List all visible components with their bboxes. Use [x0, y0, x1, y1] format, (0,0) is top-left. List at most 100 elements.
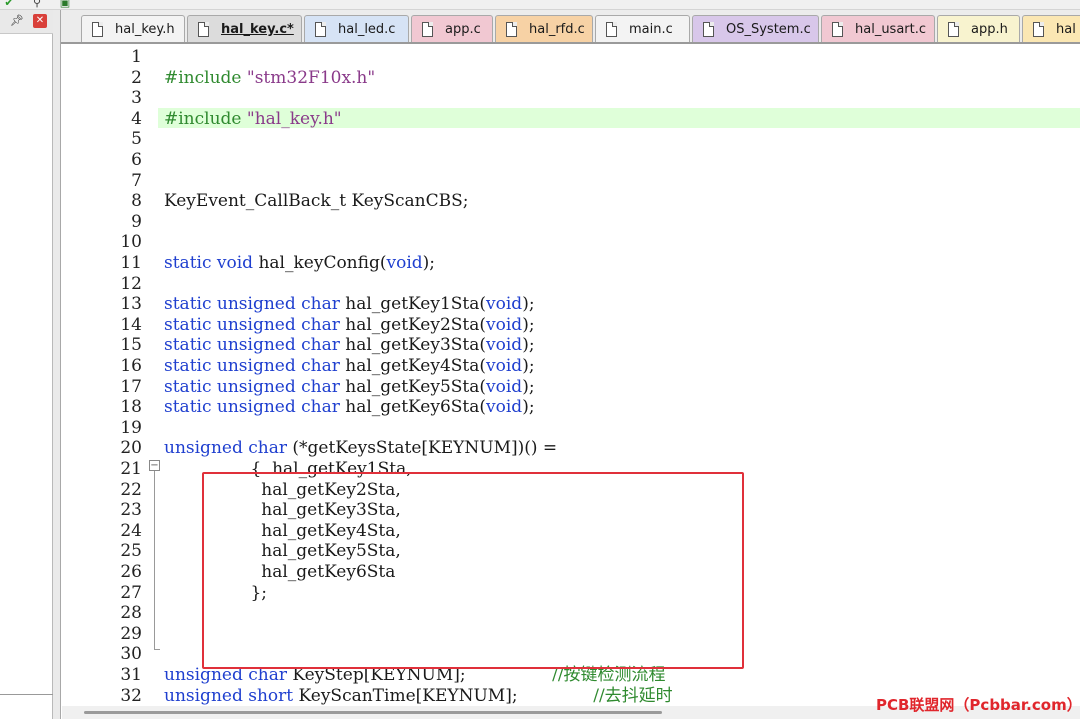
- tab-3[interactable]: app.c: [411, 15, 493, 42]
- line-number: 9: [131, 212, 142, 232]
- code-token: );: [522, 335, 535, 355]
- code-token: void: [486, 315, 523, 335]
- line-number: 31: [120, 665, 142, 685]
- code-line[interactable]: unsigned char (*getKeysState[KEYNUM])() …: [164, 438, 557, 458]
- line-number: 10: [120, 232, 142, 252]
- tab-0[interactable]: hal_key.h: [81, 15, 185, 42]
- code-token: );: [522, 377, 535, 397]
- code-line[interactable]: static unsigned char hal_getKey1Sta(void…: [164, 294, 535, 314]
- line-number-gutter: 1 2 3 4 5 6 7 8 9 10 11 12 13 14 15 16 17 18 19 20 21 22 23 24 2…: [62, 46, 148, 706]
- tab-2[interactable]: hal_led.c: [304, 15, 409, 42]
- code-token: "hal_key.h": [246, 109, 342, 129]
- code-line[interactable]: static unsigned char hal_getKey6Sta(void…: [164, 397, 535, 417]
- line-number: 19: [120, 418, 142, 438]
- fold-toggle-icon[interactable]: −: [149, 460, 160, 471]
- code-token: hal_getKey5Sta(: [339, 377, 487, 397]
- code-token: static unsigned char: [164, 294, 340, 314]
- line-number: 25: [120, 541, 142, 561]
- file-tab-bar: hal_key.h hal_key.c* hal_led.c app.c hal_rfd…: [61, 10, 1080, 44]
- pin-tool-icon[interactable]: ⚲: [30, 0, 44, 9]
- code-token: #include: [164, 109, 247, 129]
- code-token: #include: [164, 68, 247, 88]
- code-line[interactable]: static unsigned char hal_getKey5Sta(void…: [164, 377, 535, 397]
- line-number: 8: [131, 191, 142, 211]
- code-token: KeyScanTime[KEYNUM];: [293, 686, 518, 706]
- tab-8[interactable]: app.h: [937, 15, 1020, 42]
- pin-icon[interactable]: 📌︎: [10, 14, 24, 28]
- close-icon[interactable]: ✕: [33, 14, 47, 28]
- watermark-text: PCB联盟网（Pcbbar.com）: [876, 696, 1080, 714]
- tab-label: app.h: [971, 22, 1008, 37]
- check-icon[interactable]: ✔: [2, 0, 16, 9]
- file-icon: [315, 22, 326, 37]
- window-icon[interactable]: ▣: [58, 0, 72, 9]
- line-number: 16: [120, 356, 142, 376]
- code-token: hal_keyConfig(: [253, 253, 387, 273]
- line-number: 11: [120, 253, 142, 273]
- code-token: KeyEvent_CallBack_t KeyScanCBS;: [164, 191, 469, 211]
- line-number: 29: [120, 624, 142, 644]
- code-line[interactable]: KeyEvent_CallBack_t KeyScanCBS;: [164, 191, 469, 211]
- code-editor[interactable]: 1 2 3 4 5 6 7 8 9 10 11 12 13 14 15 16 17 18 19 20 21 22 23 24 2…: [62, 46, 1080, 706]
- code-token: unsigned short: [164, 686, 294, 706]
- file-icon: [506, 22, 517, 37]
- code-token: void: [386, 253, 423, 273]
- line-number: 6: [131, 150, 142, 170]
- line-number: 26: [120, 562, 142, 582]
- code-line[interactable]: static unsigned char hal_getKey4Sta(void…: [164, 356, 535, 376]
- line-number: 32: [120, 686, 142, 706]
- tab-1[interactable]: hal_key.c*: [187, 15, 302, 42]
- line-number: 7: [131, 171, 142, 191]
- line-number: 15: [120, 335, 142, 355]
- line-number: 1: [131, 47, 142, 67]
- tab-label: hal_rfd.c: [529, 22, 585, 37]
- code-token: static void: [164, 253, 254, 273]
- line-number: 30: [120, 644, 142, 664]
- line-number: 18: [120, 397, 142, 417]
- code-line[interactable]: static void hal_keyConfig(void);: [164, 253, 435, 273]
- code-line[interactable]: unsigned short KeyScanTime[KEYNUM]; //去抖…: [164, 686, 673, 706]
- code-line[interactable]: #include "stm32F10x.h": [164, 68, 375, 88]
- code-token: "stm32F10x.h": [246, 68, 376, 88]
- tab-7[interactable]: hal_usart.c: [821, 15, 935, 42]
- project-panel: 📌︎ ✕: [0, 10, 53, 719]
- tab-9[interactable]: hal: [1022, 15, 1080, 42]
- tab-label: hal_led.c: [338, 22, 396, 37]
- code-line[interactable]: #include "hal_key.h": [164, 109, 342, 129]
- tab-label: hal: [1056, 22, 1076, 37]
- code-token: hal_getKey4Sta(: [339, 356, 487, 376]
- fold-guide-end: [154, 649, 160, 650]
- code-token: static unsigned char: [164, 335, 340, 355]
- line-number: 20: [120, 438, 142, 458]
- code-token: hal_getKey1Sta(: [339, 294, 487, 314]
- code-token: (*getKeysState[KEYNUM])() =: [286, 438, 558, 458]
- tab-6[interactable]: OS_System.c: [692, 15, 819, 42]
- code-token: void: [486, 356, 523, 376]
- code-token: hal_getKey3Sta(: [339, 335, 487, 355]
- line-number: 22: [120, 480, 142, 500]
- line-number: 4: [131, 109, 142, 129]
- fold-guide: [154, 468, 155, 650]
- code-line[interactable]: static unsigned char hal_getKey3Sta(void…: [164, 335, 535, 355]
- code-token: unsigned char: [164, 438, 287, 458]
- code-line[interactable]: static unsigned char hal_getKey2Sta(void…: [164, 315, 535, 335]
- tab-4[interactable]: hal_rfd.c: [495, 15, 593, 42]
- line-number: 2: [131, 68, 142, 88]
- code-token: );: [522, 315, 535, 335]
- tab-label: hal_key.c*: [221, 22, 294, 37]
- line-number: 13: [120, 294, 142, 314]
- scrollbar-thumb[interactable]: [84, 711, 662, 714]
- panel-divider: [0, 694, 53, 695]
- line-number: 14: [120, 315, 142, 335]
- tab-5[interactable]: main.c: [595, 15, 690, 42]
- tab-label: hal_usart.c: [855, 22, 927, 37]
- code-token: hal_getKey6Sta(: [339, 397, 487, 417]
- file-icon: [832, 22, 843, 37]
- code-token: //去抖延时: [517, 686, 673, 706]
- code-token: );: [522, 397, 535, 417]
- code-token: void: [486, 377, 523, 397]
- code-token: static unsigned char: [164, 356, 340, 376]
- panel-splitter[interactable]: [53, 10, 61, 719]
- line-number: 17: [120, 377, 142, 397]
- code-token: void: [486, 397, 523, 417]
